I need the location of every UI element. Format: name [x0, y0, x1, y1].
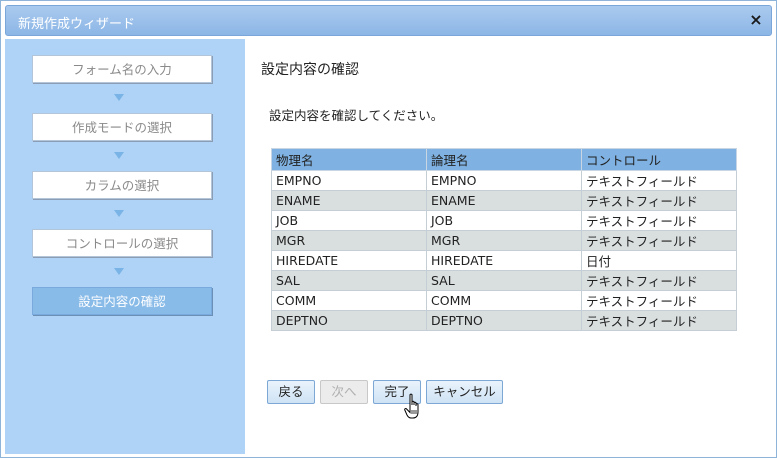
step-control-select: コントロールの選択 [32, 229, 212, 257]
physical-name-cell: HIREDATE [271, 250, 427, 271]
table-row[interactable]: SAL SAL テキストフィールド [271, 270, 737, 291]
back-button[interactable]: 戻る [267, 380, 315, 404]
step-arrow-down-icon [114, 210, 124, 217]
logical-name-cell: MGR [426, 230, 582, 251]
table-row[interactable]: JOB JOB テキストフィールド [271, 210, 737, 231]
settings-table: 物理名 論理名 コントロール EMPNO EMPNO テキストフィールド ENA… [271, 148, 737, 331]
physical-name-cell: MGR [271, 230, 427, 251]
column-header-physical-name: 物理名 [271, 148, 427, 171]
logical-name-cell: HIREDATE [426, 250, 582, 271]
wizard-dialog: 新規作成ウィザード × フォーム名の入力 作成モードの選択 カラムの選択 コント… [0, 0, 777, 458]
title-bar: 新規作成ウィザード × [5, 5, 772, 36]
cancel-button[interactable]: キャンセル [426, 380, 503, 404]
table-row[interactable]: ENAME ENAME テキストフィールド [271, 190, 737, 211]
table-row[interactable]: EMPNO EMPNO テキストフィールド [271, 170, 737, 191]
logical-name-cell: COMM [426, 290, 582, 311]
logical-name-cell: JOB [426, 210, 582, 231]
instruction-text: 設定内容を確認してください。 [269, 108, 444, 123]
control-cell: テキストフィールド [581, 210, 737, 231]
control-cell: 日付 [581, 250, 737, 271]
logical-name-cell: SAL [426, 270, 582, 291]
control-cell: テキストフィールド [581, 310, 737, 331]
column-header-control: コントロール [581, 148, 737, 171]
window-title: 新規作成ウィザード [18, 17, 136, 32]
table-header-row: 物理名 論理名 コントロール [271, 148, 737, 171]
wizard-steps-sidebar: フォーム名の入力 作成モードの選択 カラムの選択 コントロールの選択 設定内容の… [5, 39, 245, 454]
control-cell: テキストフィールド [581, 230, 737, 251]
page-title: 設定内容の確認 [261, 62, 359, 78]
step-arrow-down-icon [114, 152, 124, 159]
close-icon[interactable]: × [747, 11, 765, 29]
table-row[interactable]: COMM COMM テキストフィールド [271, 290, 737, 311]
control-cell: テキストフィールド [581, 170, 737, 191]
hand-pointer-cursor-icon [404, 393, 419, 419]
table-row[interactable]: MGR MGR テキストフィールド [271, 230, 737, 251]
control-cell: テキストフィールド [581, 190, 737, 211]
physical-name-cell: JOB [271, 210, 427, 231]
physical-name-cell: SAL [271, 270, 427, 291]
physical-name-cell: DEPTNO [271, 310, 427, 331]
step-creation-mode: 作成モードの選択 [32, 113, 212, 141]
logical-name-cell: DEPTNO [426, 310, 582, 331]
next-button[interactable]: 次へ [320, 380, 368, 404]
step-column-select: カラムの選択 [32, 171, 212, 199]
table-row[interactable]: HIREDATE HIREDATE 日付 [271, 250, 737, 271]
step-arrow-down-icon [114, 94, 124, 101]
physical-name-cell: EMPNO [271, 170, 427, 191]
logical-name-cell: EMPNO [426, 170, 582, 191]
physical-name-cell: COMM [271, 290, 427, 311]
physical-name-cell: ENAME [271, 190, 427, 211]
control-cell: テキストフィールド [581, 270, 737, 291]
logical-name-cell: ENAME [426, 190, 582, 211]
column-header-logical-name: 論理名 [426, 148, 582, 171]
table-row[interactable]: DEPTNO DEPTNO テキストフィールド [271, 310, 737, 331]
step-arrow-down-icon [114, 268, 124, 275]
control-cell: テキストフィールド [581, 290, 737, 311]
step-confirm-settings: 設定内容の確認 [32, 287, 212, 315]
step-form-name: フォーム名の入力 [32, 55, 212, 83]
